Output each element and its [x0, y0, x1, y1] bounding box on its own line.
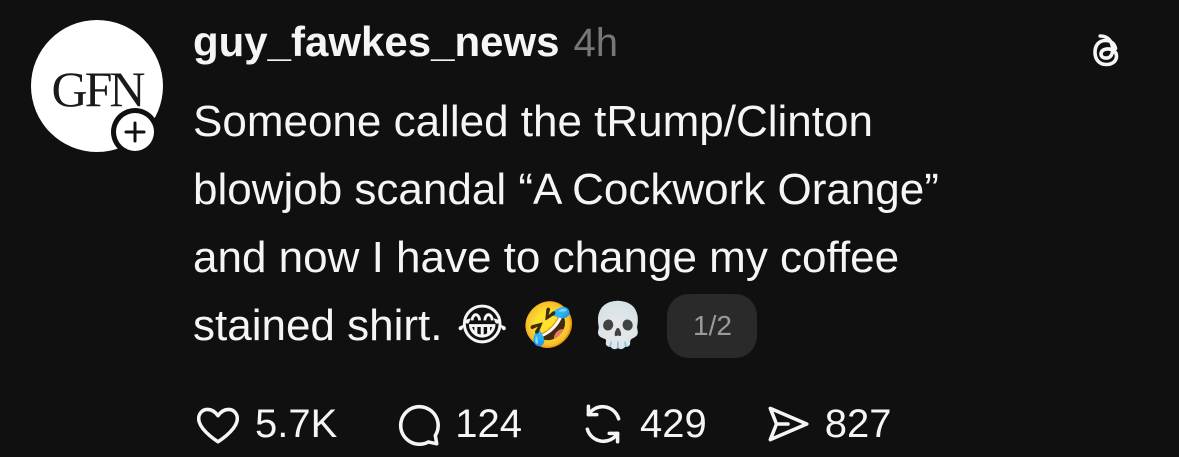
post-body: Someone called the tRump/Clinton blowjob… [193, 88, 1153, 360]
comment-icon [399, 405, 441, 446]
timestamp: 4h [573, 21, 619, 65]
like-button[interactable]: 5.7K [193, 399, 337, 449]
repost-count: 429 [640, 401, 707, 446]
post-text-last-line: stained shirt. 😂 🤣 💀 1/2 [193, 292, 1153, 360]
post-text-line: Someone called the tRump/Clinton [193, 97, 873, 146]
plus-icon [124, 121, 146, 143]
heart-icon [196, 407, 240, 444]
username[interactable]: guy_fawkes_news [193, 18, 560, 66]
rolling-laughing-emoji: 🤣 [521, 301, 577, 350]
post-text-line: and now I have to change my coffee [193, 233, 900, 282]
threads-logo-icon [1093, 34, 1119, 67]
comment-button[interactable]: 124 [393, 399, 522, 449]
action-bar: 5.7K 124 429 827 [193, 396, 948, 452]
share-button[interactable]: 827 [763, 399, 892, 449]
page-indicator: 1/2 [667, 294, 758, 358]
comment-count: 124 [455, 401, 523, 446]
like-count: 5.7K [255, 401, 338, 446]
skull-emoji: 💀 [590, 301, 646, 350]
post-text-line: stained shirt. [193, 301, 443, 350]
repost-icon [585, 404, 621, 444]
tears-of-joy-emoji: 😂 [456, 301, 508, 350]
send-icon [768, 406, 809, 442]
post-text-line: blowjob scandal “A Cockwork Orange” [193, 165, 939, 214]
follow-button[interactable] [111, 108, 159, 156]
post-header: guy_fawkes_news 4h [193, 18, 618, 74]
share-count: 827 [824, 401, 892, 446]
repost-button[interactable]: 429 [578, 399, 707, 449]
